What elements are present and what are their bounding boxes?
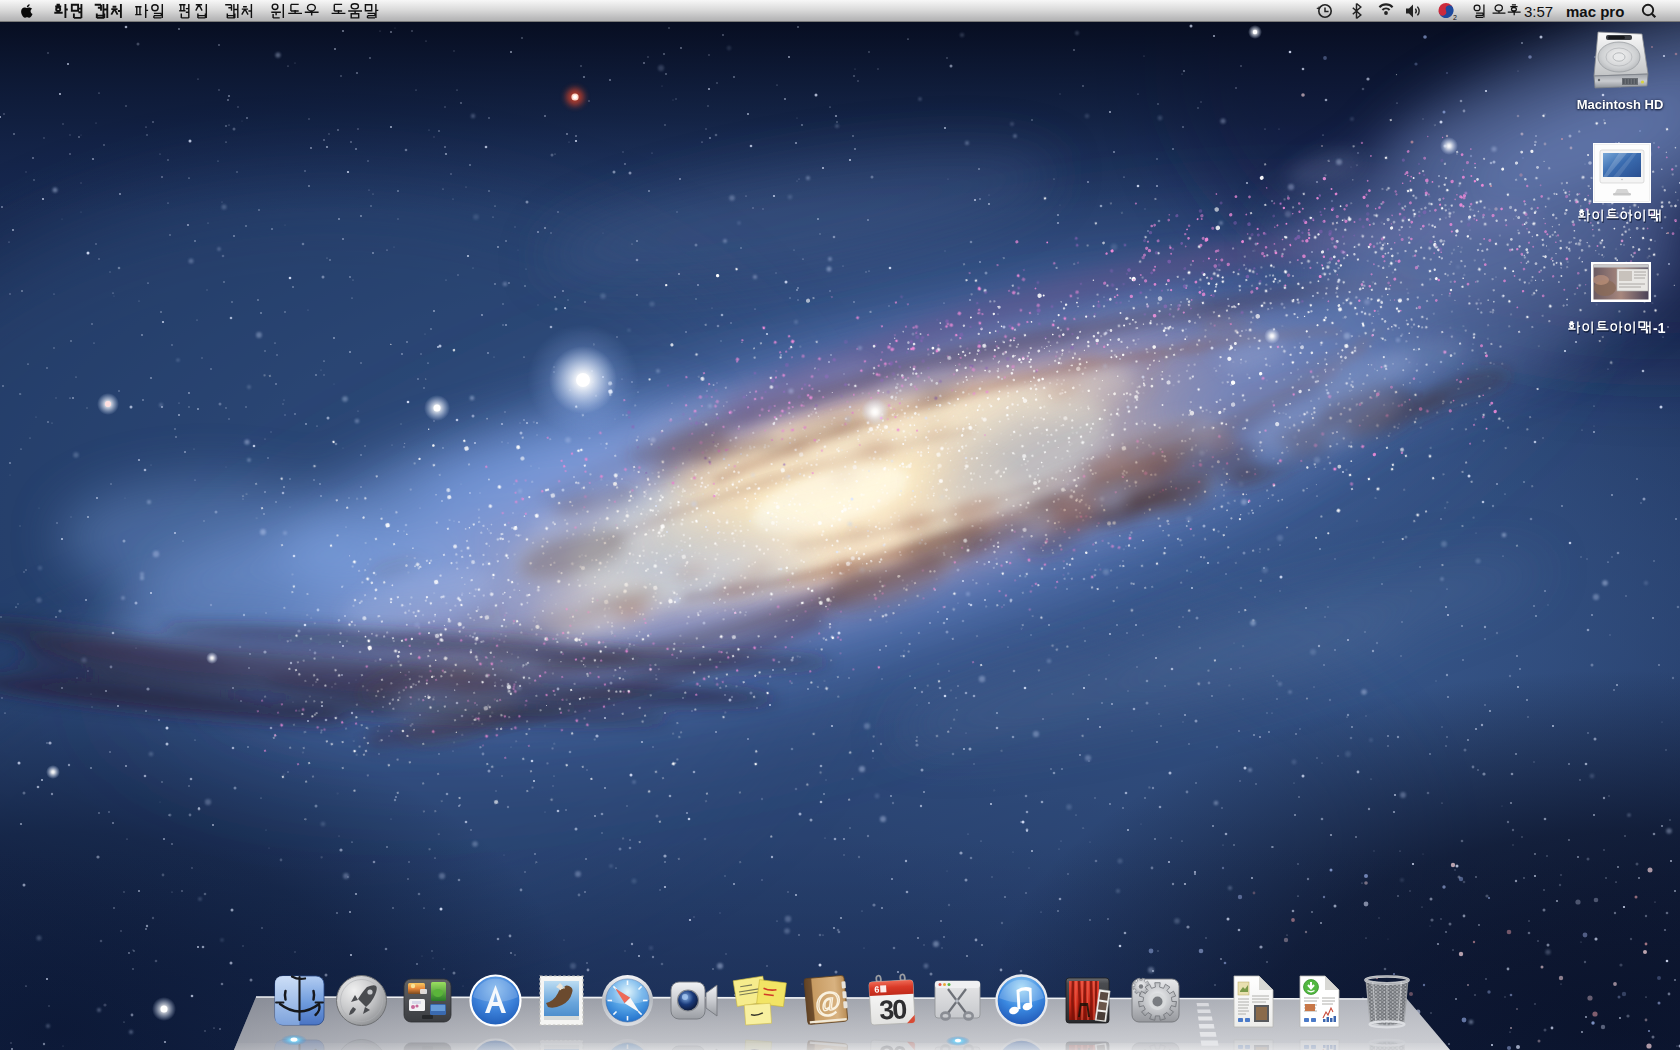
svg-text:2: 2: [1453, 14, 1457, 21]
svg-text:3:57: 3:57: [1524, 3, 1553, 20]
svg-text:6: 6: [874, 985, 880, 995]
svg-text:30: 30: [879, 994, 908, 1025]
svg-text:@: @: [814, 985, 842, 1018]
svg-text:-1: -1: [1653, 320, 1666, 336]
svg-text:mac pro: mac pro: [1566, 3, 1624, 20]
